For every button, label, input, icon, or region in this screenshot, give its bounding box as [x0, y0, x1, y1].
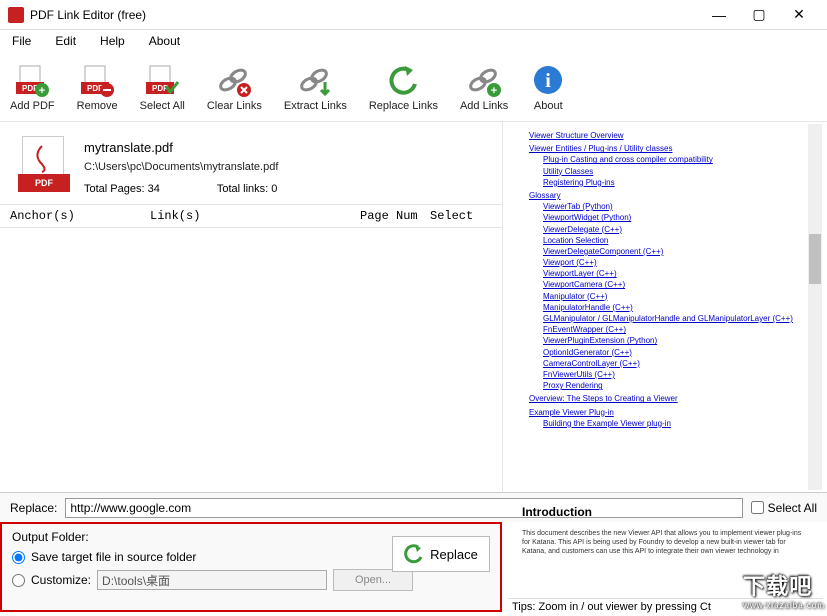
doc-link[interactable]: Viewport (C++)	[543, 257, 802, 268]
doc-link[interactable]: ManipulatorHandle (C++)	[543, 302, 802, 313]
pdf-file-icon: PDF	[18, 136, 70, 196]
file-info: PDF mytranslate.pdf C:\Users\pc\Document…	[0, 122, 502, 204]
doc-link[interactable]: Viewer Entities / Plug-ins / Utility cla…	[529, 143, 802, 154]
menu-edit[interactable]: Edit	[55, 34, 76, 48]
about-button[interactable]: i About	[530, 62, 566, 112]
col-anchor[interactable]: Anchor(s)	[6, 207, 146, 225]
replace-links-button[interactable]: Replace Links	[369, 62, 438, 112]
doc-link[interactable]: ViewerDelegateComponent (C++)	[543, 246, 802, 257]
doc-link[interactable]: Viewer Structure Overview	[529, 130, 802, 141]
doc-link[interactable]: OptionIdGenerator (C++)	[543, 347, 802, 358]
table-body	[0, 228, 502, 492]
menu-about[interactable]: About	[149, 34, 180, 48]
svg-text:i: i	[545, 70, 551, 92]
doc-link[interactable]: FnEventWrapper (C++)	[543, 324, 802, 335]
info-icon: i	[530, 62, 566, 98]
customize-radio[interactable]	[12, 574, 25, 587]
titlebar: PDF Link Editor (free) — ▢ ✕	[0, 0, 827, 30]
total-links: Total links: 0	[217, 183, 278, 195]
doc-link[interactable]: Example Viewer Plug-in	[529, 407, 802, 418]
preview-scrollbar[interactable]	[808, 124, 822, 490]
menubar: File Edit Help About	[0, 30, 827, 52]
doc-link[interactable]: Plug-in Casting and cross compiler compa…	[543, 154, 802, 165]
menu-file[interactable]: File	[12, 34, 31, 48]
doc-link[interactable]: CameraControlLayer (C++)	[543, 358, 802, 369]
customize-path-input[interactable]	[97, 570, 327, 590]
add-links-button[interactable]: + Add Links	[460, 62, 508, 112]
pdf-check-icon: PDF	[144, 62, 180, 98]
replace-label: Replace:	[10, 501, 57, 515]
pdf-add-icon: PDF+	[14, 62, 50, 98]
doc-link[interactable]: ViewerDelegate (C++)	[543, 224, 802, 235]
toolbar: PDF+ Add PDF PDF Remove PDF Select All C…	[0, 52, 827, 122]
replace-arrow-icon	[404, 544, 424, 564]
output-folder-panel: Output Folder: Save target file in sourc…	[0, 522, 502, 612]
doc-link[interactable]: ViewerPluginExtension (Python)	[543, 335, 802, 346]
open-folder-button[interactable]: Open...	[333, 569, 413, 591]
link-add-icon: +	[466, 62, 502, 98]
doc-link[interactable]: ViewerTab (Python)	[543, 201, 802, 212]
window-title: PDF Link Editor (free)	[30, 8, 699, 22]
pdf-remove-icon: PDF	[79, 62, 115, 98]
total-pages: Total Pages: 34	[84, 183, 214, 195]
doc-link[interactable]: ViewportWidget (Python)	[543, 212, 802, 223]
remove-button[interactable]: PDF Remove	[77, 62, 118, 112]
intro-heading: Introduction	[522, 505, 811, 519]
link-clear-icon	[216, 62, 252, 98]
doc-link[interactable]: Utility Classes	[543, 166, 802, 177]
save-source-radio[interactable]	[12, 551, 25, 564]
preview-pane: Viewer Structure Overview Viewer Entities…	[502, 122, 822, 492]
file-path: C:\Users\pc\Documents\mytranslate.pdf	[84, 161, 278, 173]
link-replace-icon	[385, 62, 421, 98]
minimize-button[interactable]: —	[699, 1, 739, 29]
replace-button[interactable]: Replace	[392, 536, 490, 572]
clear-links-button[interactable]: Clear Links	[207, 62, 262, 112]
select-all-button[interactable]: PDF Select All	[140, 62, 185, 112]
link-extract-icon	[297, 62, 333, 98]
doc-link[interactable]: Overview: The Steps to Creating a Viewer	[529, 393, 802, 404]
svg-text:+: +	[39, 85, 45, 97]
doc-link[interactable]: Location Selection	[543, 235, 802, 246]
intro-body: This document describes the new Viewer A…	[522, 529, 811, 556]
doc-link[interactable]: Proxy Rendering	[543, 380, 802, 391]
app-icon	[8, 7, 24, 23]
maximize-button[interactable]: ▢	[739, 1, 779, 29]
add-pdf-button[interactable]: PDF+ Add PDF	[10, 62, 55, 112]
doc-link[interactable]: Building the Example Viewer plug-in	[543, 418, 802, 429]
doc-link[interactable]: ViewportLayer (C++)	[543, 268, 802, 279]
col-select[interactable]: Select	[426, 207, 486, 225]
file-name: mytranslate.pdf	[84, 140, 278, 155]
doc-link[interactable]: ViewportCamera (C++)	[543, 279, 802, 290]
doc-link[interactable]: GLManipulator / GLManipulatorHandle and …	[543, 313, 802, 324]
col-link[interactable]: Link(s)	[146, 207, 356, 225]
doc-link[interactable]: Registering Plug-ins	[543, 177, 802, 188]
watermark: 下载吧 www.xiazaiba.com	[743, 569, 825, 610]
doc-link[interactable]: Glossary	[529, 190, 802, 201]
svg-text:PDF: PDF	[152, 84, 168, 93]
table-header: Anchor(s) Link(s) Page Num Select	[0, 204, 502, 228]
col-page[interactable]: Page Num	[356, 207, 426, 225]
doc-link[interactable]: Manipulator (C++)	[543, 291, 802, 302]
extract-links-button[interactable]: Extract Links	[284, 62, 347, 112]
close-button[interactable]: ✕	[779, 1, 819, 29]
menu-help[interactable]: Help	[100, 34, 125, 48]
svg-text:+: +	[491, 85, 497, 97]
doc-link[interactable]: FnViewerUtils (C++)	[543, 369, 802, 380]
